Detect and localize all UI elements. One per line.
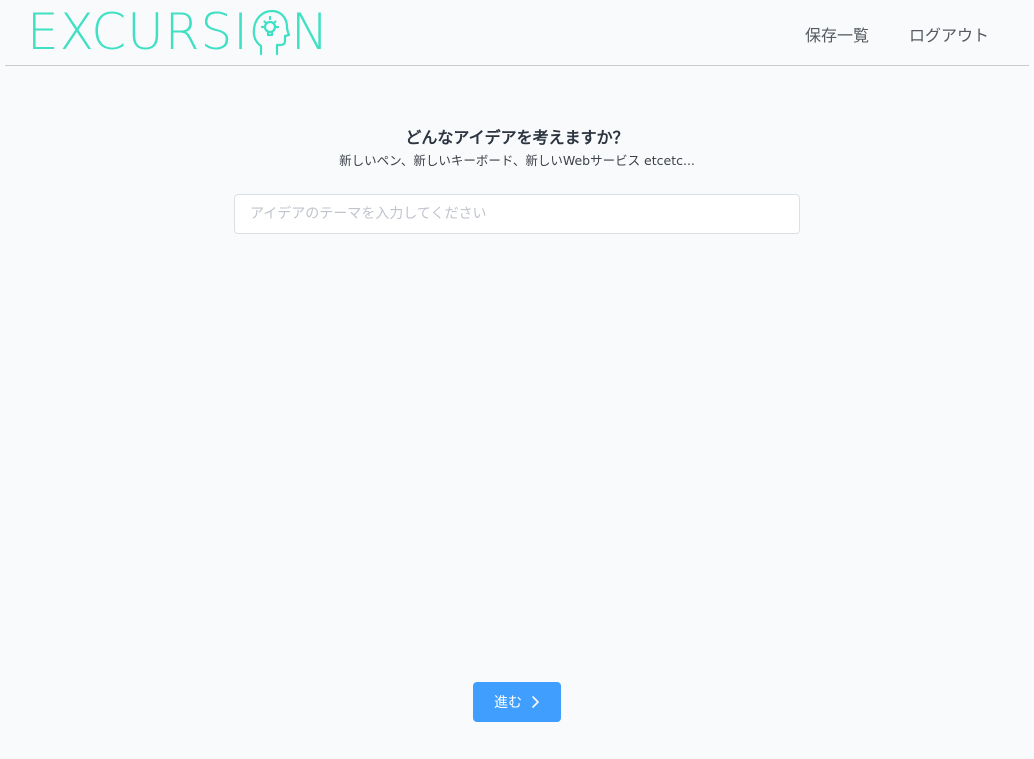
app-logo[interactable]: EXCURSI N: [27, 4, 329, 60]
question-title: どんなアイデアを考えますか？: [405, 128, 629, 147]
logo-text-start: EXCURSI: [27, 3, 249, 61]
app-root: EXCURSI N 保存一覧 ログアウト どんなアイデアを考えますか？ 新しいペ…: [0, 0, 1034, 759]
head-lightbulb-icon: [252, 9, 290, 56]
next-button[interactable]: 進む: [473, 682, 561, 722]
next-button-label: 進む: [494, 695, 522, 711]
logo-text-end: N: [290, 3, 330, 61]
question-section: どんなアイデアを考えますか？ 新しいペン、新しいキーボード、新しいWebサービス…: [0, 127, 1034, 170]
saved-list-link[interactable]: 保存一覧: [805, 22, 869, 46]
header-nav: 保存一覧 ログアウト: [805, 22, 989, 46]
theme-input-wrapper: [234, 194, 800, 234]
header-bar: EXCURSI N 保存一覧 ログアウト: [5, 0, 1029, 66]
question-hint: 新しいペン、新しいキーボード、新しいWebサービス etcetc...: [339, 153, 695, 168]
theme-input[interactable]: [234, 194, 800, 234]
chevron-right-icon: [532, 696, 539, 708]
logout-link[interactable]: ログアウト: [909, 22, 989, 46]
